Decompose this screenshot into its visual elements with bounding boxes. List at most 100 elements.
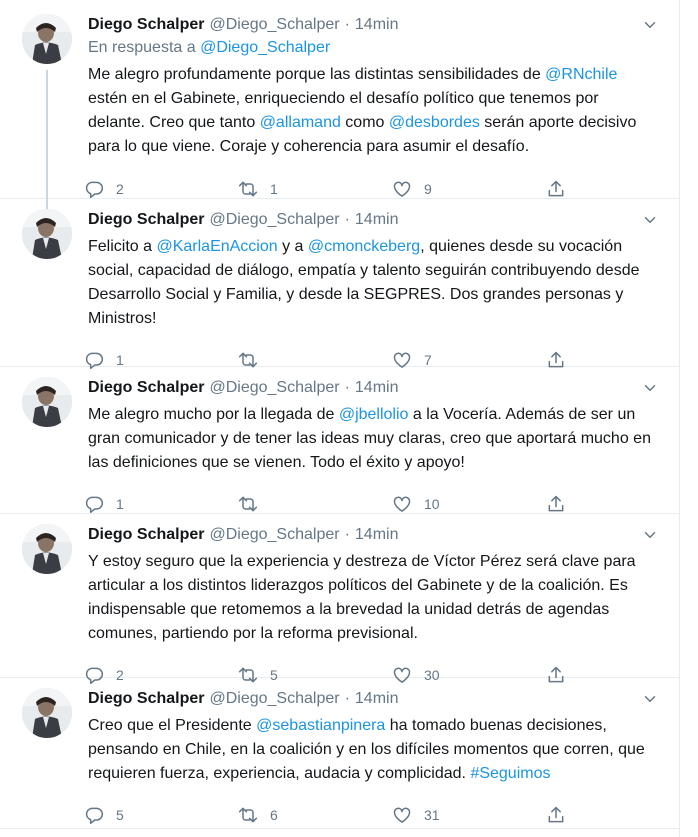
reply-button[interactable]: 5	[84, 805, 238, 825]
like-button[interactable]: 10	[392, 494, 546, 514]
mention-link[interactable]: @desbordes	[389, 114, 480, 131]
retweet-button[interactable]: 6	[238, 805, 392, 825]
hashtag-link[interactable]: #Seguimos	[470, 765, 550, 782]
tweet-time[interactable]: 14min	[355, 526, 399, 544]
reply-button[interactable]: 1	[84, 494, 238, 514]
share-button[interactable]	[546, 494, 576, 514]
avatar[interactable]	[22, 377, 72, 427]
tweet-content: Diego Schalper @Diego_Schalper · 14min M…	[78, 377, 663, 516]
tweet-left-column	[22, 524, 78, 677]
tweet-text-segment: Me alegro mucho por la llegada de	[88, 406, 339, 423]
tweet-thread: Diego Schalper @Diego_Schalper · 14min E…	[0, 0, 680, 837]
separator-dot: ·	[344, 379, 350, 396]
heart-icon	[393, 181, 411, 197]
tweet-header: Diego Schalper @Diego_Schalper · 14min	[88, 14, 655, 36]
reply-button[interactable]: 2	[84, 179, 238, 199]
author-handle[interactable]: @Diego_Schalper	[209, 690, 339, 708]
retweet-icon	[238, 181, 258, 197]
reply-context: En respuesta a @Diego_Schalper	[88, 37, 655, 59]
tweet-content: Diego Schalper @Diego_Schalper · 14min Y…	[78, 524, 663, 685]
tweet-actions: 1 10	[85, 492, 655, 516]
tweet[interactable]: Diego Schalper @Diego_Schalper · 14min E…	[0, 0, 679, 210]
tweet-time[interactable]: 14min	[355, 379, 399, 397]
tweet-time[interactable]: 14min	[355, 16, 399, 34]
separator-dot: ·	[344, 690, 350, 707]
tweet-left-column	[22, 14, 78, 210]
mention-link[interactable]: @KarlaEnAccion	[156, 238, 277, 255]
chevron-down-icon[interactable]	[641, 211, 659, 229]
author-handle[interactable]: @Diego_Schalper	[209, 16, 339, 34]
heart-icon	[393, 807, 411, 823]
mention-link[interactable]: @cmonckeberg	[308, 238, 420, 255]
tweet-header: Diego Schalper @Diego_Schalper · 14min	[88, 209, 655, 231]
author-name[interactable]: Diego Schalper	[88, 379, 204, 397]
tweet-header: Diego Schalper @Diego_Schalper · 14min	[88, 377, 655, 399]
like-count: 31	[424, 807, 440, 823]
tweet-actions: 2 1 9	[85, 177, 655, 201]
avatar[interactable]	[22, 209, 72, 259]
like-button[interactable]: 9	[392, 179, 546, 199]
reply-count: 2	[116, 181, 124, 197]
retweet-count: 1	[270, 181, 278, 197]
share-button[interactable]	[546, 805, 576, 825]
avatar[interactable]	[22, 14, 72, 64]
author-name[interactable]: Diego Schalper	[88, 690, 204, 708]
tweet[interactable]: Diego Schalper @Diego_Schalper · 14min M…	[0, 367, 679, 514]
separator-dot: ·	[344, 16, 350, 33]
tweet-time[interactable]: 14min	[355, 211, 399, 229]
tweet-content: Diego Schalper @Diego_Schalper · 14min E…	[78, 14, 663, 201]
like-count: 9	[424, 181, 432, 197]
tweet-header: Diego Schalper @Diego_Schalper · 14min	[88, 524, 655, 546]
author-name[interactable]: Diego Schalper	[88, 211, 204, 229]
author-handle[interactable]: @Diego_Schalper	[209, 379, 339, 397]
retweet-count: 6	[270, 807, 278, 823]
reply-prefix: En respuesta a	[88, 39, 201, 56]
tweet-left-column	[22, 209, 78, 366]
tweet[interactable]: Diego Schalper @Diego_Schalper · 14min F…	[0, 199, 679, 370]
tweet-text: Creo que el Presidente @sebastianpinera …	[88, 714, 655, 786]
tweet-text: Me alegro mucho por la llegada de @jbell…	[88, 403, 655, 475]
avatar[interactable]	[22, 688, 72, 738]
separator-dot: ·	[344, 211, 350, 228]
author-name[interactable]: Diego Schalper	[88, 16, 204, 34]
chevron-down-icon[interactable]	[641, 690, 659, 708]
retweet-icon	[238, 496, 258, 512]
mention-link[interactable]: @allamand	[260, 114, 341, 131]
like-count: 10	[424, 496, 440, 512]
share-icon	[548, 180, 564, 197]
reply-to-link[interactable]: @Diego_Schalper	[200, 39, 330, 56]
like-button[interactable]: 31	[392, 805, 546, 825]
retweet-button[interactable]: 1	[238, 179, 392, 199]
share-button[interactable]	[546, 179, 576, 199]
separator-dot: ·	[344, 526, 350, 543]
tweet-content: Diego Schalper @Diego_Schalper · 14min F…	[78, 209, 663, 370]
share-icon	[548, 806, 564, 823]
tweet-header: Diego Schalper @Diego_Schalper · 14min	[88, 688, 655, 710]
mention-link[interactable]: @RNchile	[545, 66, 617, 83]
chevron-down-icon[interactable]	[641, 16, 659, 34]
reply-icon	[85, 181, 104, 199]
heart-icon	[393, 496, 411, 512]
avatar[interactable]	[22, 524, 72, 574]
author-handle[interactable]: @Diego_Schalper	[209, 526, 339, 544]
thread-line	[46, 70, 48, 210]
retweet-icon	[238, 807, 258, 823]
chevron-down-icon[interactable]	[641, 379, 659, 397]
tweet-left-column	[22, 377, 78, 513]
tweet-text-segment: Felicito a	[88, 238, 157, 255]
mention-link[interactable]: @jbellolio	[339, 406, 409, 423]
tweet-actions: 5 6 31	[85, 803, 655, 827]
chevron-down-icon[interactable]	[641, 526, 659, 544]
tweet-text: Y estoy seguro que la experiencia y dest…	[88, 550, 655, 646]
reply-count: 1	[116, 352, 124, 368]
retweet-button[interactable]	[238, 494, 392, 514]
tweet-text-segment: como	[340, 114, 389, 131]
mention-link[interactable]: @sebastianpinera	[256, 717, 385, 734]
author-name[interactable]: Diego Schalper	[88, 526, 204, 544]
tweet[interactable]: Diego Schalper @Diego_Schalper · 14min Y…	[0, 514, 679, 685]
tweet-text: Me alegro profundamente porque las disti…	[88, 63, 655, 159]
tweet-left-column	[22, 688, 78, 828]
author-handle[interactable]: @Diego_Schalper	[209, 211, 339, 229]
tweet-time[interactable]: 14min	[355, 690, 399, 708]
tweet[interactable]: Diego Schalper @Diego_Schalper · 14min C…	[0, 678, 679, 829]
